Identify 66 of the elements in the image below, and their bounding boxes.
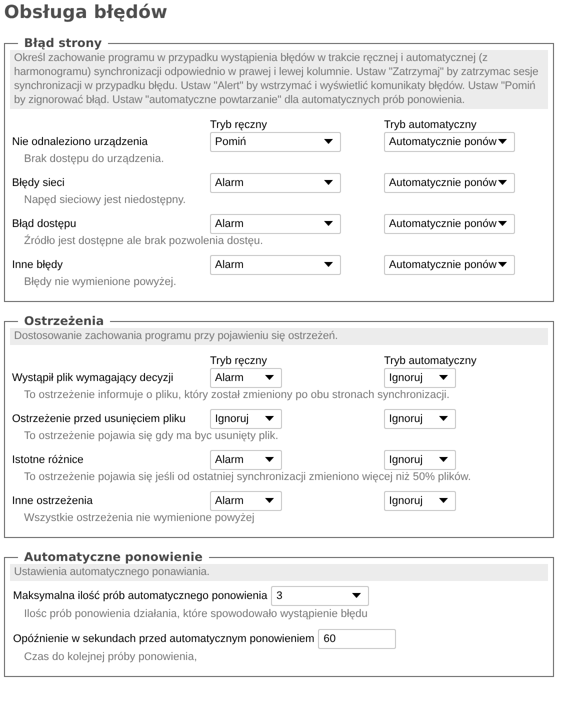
caret-icon	[324, 180, 333, 185]
dropdown[interactable]: Alarm	[210, 450, 282, 470]
setting-label: Opóźnienie w sekundach przed automatycznym ponowieniem	[13, 632, 314, 644]
setting-label: Nie odnaleziono urządzenia	[11, 136, 149, 148]
dropdown[interactable]: Ignoruj	[384, 368, 456, 388]
caret-icon	[324, 139, 333, 144]
setting-hint: Źródło jest dostępne ale brak pozwolenia dostęu.	[23, 234, 264, 249]
caret-icon	[439, 457, 448, 462]
caret-icon	[352, 593, 362, 598]
section-description: Dostosowanie zachowania programu przy pojawieniu się ostrzeżeń.	[10, 328, 548, 345]
column-header: Tryb ręczny	[210, 119, 268, 131]
caret-icon	[498, 139, 507, 144]
setting-hint: To ostrzeżenie pojawia się jeśli od ostatniej synchronizacji zmieniono więcej niż 50% plików.	[23, 470, 472, 485]
setting-label: Inne błędy	[11, 258, 64, 270]
caret-icon	[324, 221, 333, 226]
input-field[interactable]: 60	[318, 628, 396, 648]
caret-icon	[498, 221, 507, 226]
setting-hint: Ilośc prób ponowienia działania, które spowodowało wystąpienie błędu	[23, 607, 369, 622]
caret-icon	[265, 498, 274, 503]
dropdown[interactable]: Pomiń	[210, 132, 341, 152]
dropdown[interactable]: Ignoruj	[384, 490, 456, 510]
dropdown[interactable]: Automatycznie ponów	[384, 214, 515, 234]
section-description: Ustawienia automatycznego ponawiania.	[10, 564, 548, 581]
setting-label: Maksymalna ilość prób automatycznego ponowienia	[13, 590, 268, 602]
caret-icon	[498, 262, 507, 267]
dropdown[interactable]: Automatycznie ponów	[384, 172, 515, 192]
dropdown[interactable]: Automatycznie ponów	[384, 132, 515, 152]
section-description: Określ zachowanie programu w przypadku wystąpienia błędów w trakcie ręcznej i automatycznej (z harmonogramu) synchronizacji odpowiednio w prawej i lewej kolumnie. Ustaw "Zatrzymaj" by zatrzymac sesje synchronizacji w przypadku błędu. Ustaw "Alert" by wstrzymać i wyświetlić komunikaty błędów. Ustaw "Pomiń by zignorować błąd. Ustaw "automatyczne powtarzanie" dla automatycznych prób ponowienia.	[10, 50, 548, 109]
section-title: Ostrzeżenia	[23, 314, 105, 328]
caret-icon	[439, 375, 448, 380]
dropdown[interactable]: Ignoruj	[210, 408, 282, 428]
caret-icon	[324, 262, 333, 267]
caret-icon	[265, 457, 274, 462]
dropdown[interactable]: Alarm	[210, 214, 341, 234]
dropdown[interactable]: Ignoruj	[384, 450, 456, 470]
setting-label: Błąd dostępu	[11, 218, 78, 230]
caret-icon	[439, 498, 448, 503]
dropdown[interactable]: Alarm	[210, 172, 341, 192]
dropdown[interactable]: Alarm	[210, 368, 282, 388]
setting-hint: Napęd sieciowy jest niedostępny.	[23, 193, 187, 208]
caret-icon	[265, 375, 274, 380]
caret-icon	[498, 180, 507, 185]
setting-label: Błędy sieci	[11, 176, 66, 188]
setting-hint: Błędy nie wymienione powyżej.	[23, 275, 178, 290]
setting-label: Ostrzeżenie przed usunięciem pliku	[11, 412, 187, 424]
column-header: Tryb ręczny	[210, 355, 268, 367]
dropdown[interactable]: Automatycznie ponów	[384, 254, 515, 274]
dropdown[interactable]: Ignoruj	[384, 408, 456, 428]
dropdown[interactable]: Alarm	[210, 490, 282, 510]
caret-icon	[439, 416, 448, 421]
setting-hint: Brak dostępu do urządzenia.	[23, 152, 166, 167]
column-header: Tryb automatyczny	[384, 355, 477, 367]
setting-hint: Czas do kolejnej próby ponowienia,	[23, 650, 198, 665]
dropdown[interactable]: 3	[271, 586, 370, 606]
column-header: Tryb automatyczny	[384, 119, 477, 131]
setting-hint: Wszystkie ostrzeżenia nie wymienione powyżej	[23, 511, 256, 526]
section-title: Automatyczne ponowienie	[23, 550, 204, 564]
section-title: Błąd strony	[23, 36, 103, 50]
setting-hint: To ostrzeżenie pojawia się gdy ma byc usunięty plik.	[23, 429, 280, 444]
setting-label: Wystąpił plik wymagający decyzji	[11, 372, 174, 384]
setting-hint: To ostrzeżenie informuje o pliku, który został zmieniony po obu stronach synchronizacji.	[23, 388, 451, 403]
caret-icon	[265, 416, 274, 421]
setting-label: Istotne różnice	[11, 454, 85, 466]
setting-label: Inne ostrzeżenia	[11, 494, 94, 506]
page-title: Obsługa błędów	[4, 1, 168, 23]
dropdown[interactable]: Alarm	[210, 254, 341, 274]
